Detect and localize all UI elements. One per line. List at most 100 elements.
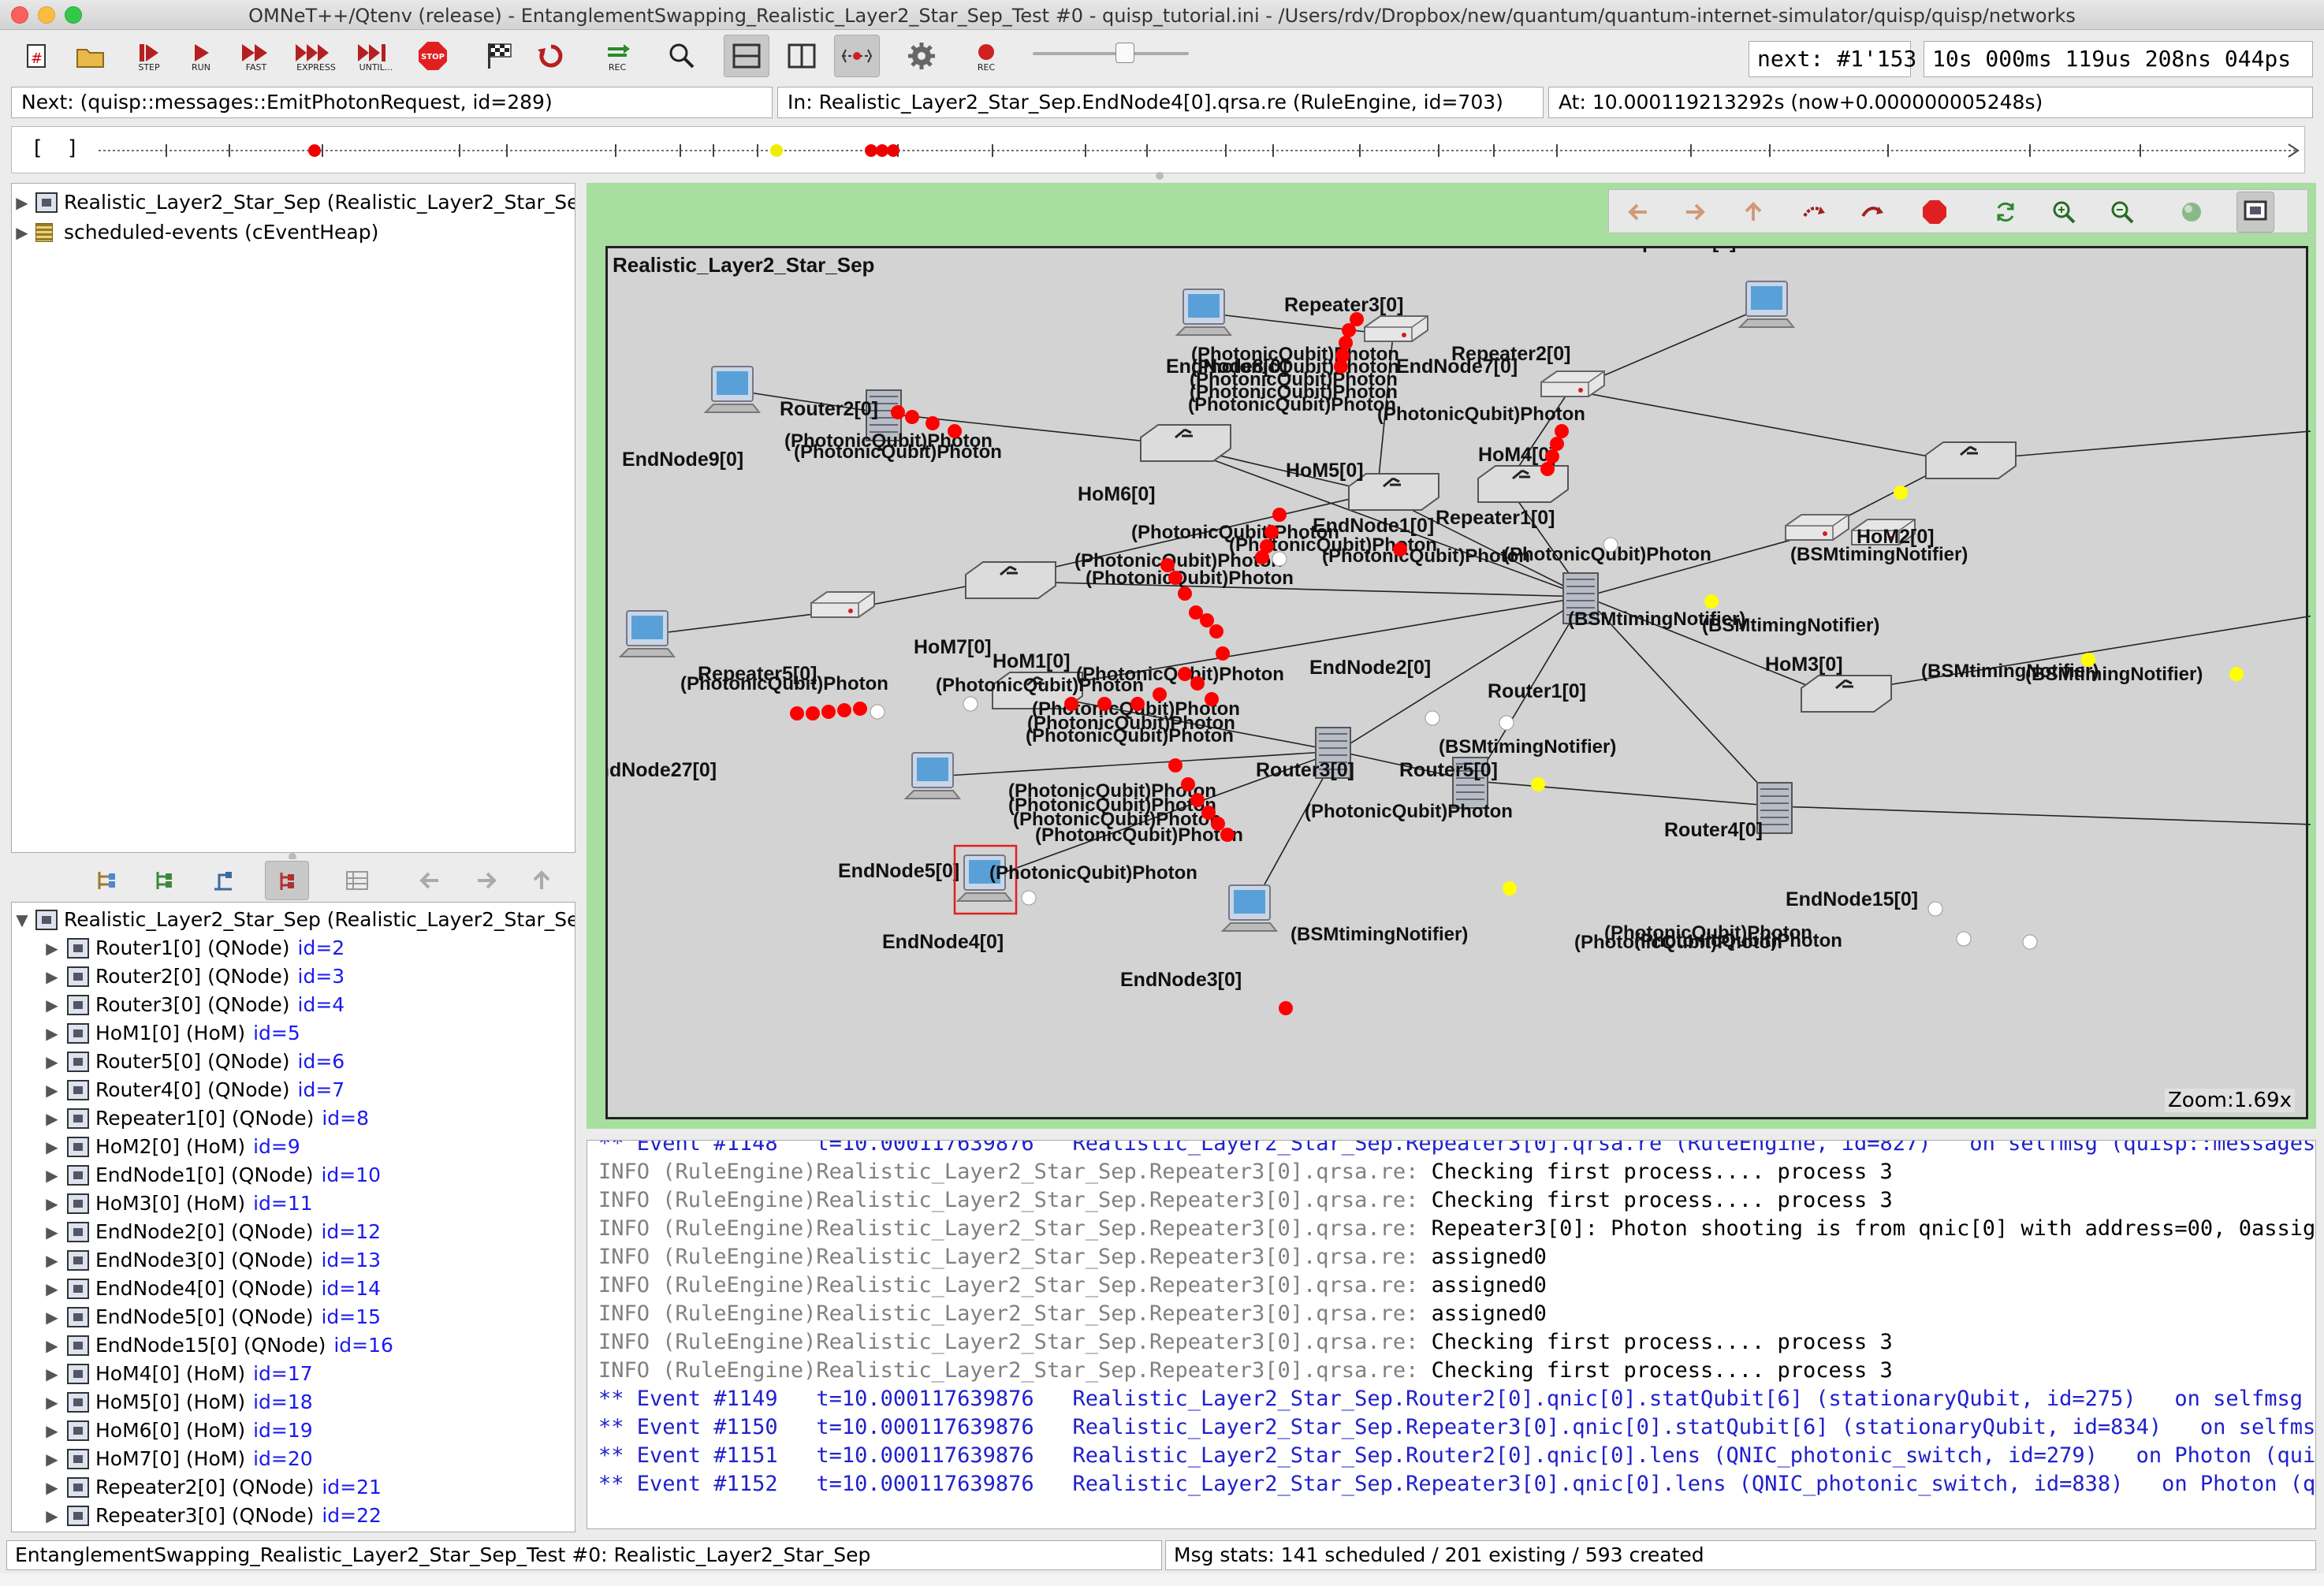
- message-dot[interactable]: [1200, 613, 1214, 627]
- zoom-in-icon[interactable]: [2050, 199, 2077, 229]
- event-timeline[interactable]: [ ]: [11, 126, 2305, 173]
- message-dot[interactable]: [926, 416, 940, 430]
- expand-arrow-icon[interactable]: ▶: [42, 1473, 62, 1502]
- event-log-panel[interactable]: ** Event #1148 t=10.000117639876 Realist…: [587, 1140, 2316, 1529]
- module-tree-item[interactable]: ▶ Router5[0] (QNode) id=6: [42, 1048, 345, 1076]
- expand-arrow-icon[interactable]: ▶: [42, 1019, 62, 1048]
- timeline-event-marker[interactable]: [770, 144, 783, 157]
- expand-arrow-icon[interactable]: ▶: [42, 1161, 62, 1190]
- find-button[interactable]: [659, 35, 705, 77]
- canvas-forward-arrow-icon[interactable]: [1682, 199, 1708, 229]
- module-tree-item[interactable]: ▶ EndNode5[0] (QNode) id=15: [42, 1303, 381, 1331]
- expand-arrow-icon[interactable]: ▶: [42, 1048, 62, 1076]
- message-dot[interactable]: [1201, 806, 1216, 820]
- module-tree-item[interactable]: ▶ EndNode4[0] (QNode) id=14: [42, 1275, 381, 1303]
- message-dot[interactable]: [1190, 676, 1205, 691]
- message-dot[interactable]: [1130, 697, 1145, 711]
- collapse-arrow-icon[interactable]: ▼: [12, 906, 32, 934]
- canvas-up-arrow-icon[interactable]: [1740, 199, 1767, 229]
- message-dot[interactable]: [1334, 359, 1348, 374]
- message-dot[interactable]: [905, 410, 919, 424]
- message-dot[interactable]: [1603, 537, 1618, 553]
- network-node[interactable]: HoM3[0]: [1765, 653, 1892, 713]
- message-dot[interactable]: [1181, 777, 1195, 791]
- module-tree-item[interactable]: ▶ EndNode1[0] (QNode) id=10: [42, 1161, 381, 1190]
- message-dot[interactable]: [1178, 586, 1192, 601]
- module-tree-item[interactable]: ▶ EndNode15[0] (QNode) id=16: [42, 1331, 393, 1360]
- module-tree-item[interactable]: ▶ EndNode2[0] (QNode) id=12: [42, 1218, 381, 1246]
- network-node[interactable]: HoM7[0]: [914, 561, 1056, 658]
- message-dot[interactable]: [1264, 525, 1279, 539]
- message-dot[interactable]: [1216, 646, 1230, 661]
- splitter-handle-top[interactable]: [1156, 172, 1164, 180]
- animation-speed-slider[interactable]: [1033, 43, 1189, 63]
- timeline-event-marker[interactable]: [308, 144, 321, 157]
- finish-simulation-button[interactable]: [476, 35, 522, 77]
- message-dot[interactable]: [1220, 828, 1235, 842]
- message-dot[interactable]: [1425, 710, 1440, 726]
- flat-mode-button[interactable]: [265, 861, 309, 900]
- module-tree-item[interactable]: ▶ HoM4[0] (HoM) id=17: [42, 1360, 312, 1388]
- message-dot[interactable]: [1279, 1001, 1293, 1015]
- message-dot[interactable]: [1339, 336, 1353, 350]
- step-out-icon[interactable]: [1860, 199, 1886, 229]
- fast-run-button[interactable]: FAST: [233, 35, 279, 77]
- network-node[interactable]: EndNode5[0]: [838, 752, 962, 882]
- message-dot[interactable]: [1272, 508, 1287, 522]
- layers-icon[interactable]: [2178, 199, 2205, 229]
- network-node[interactable]: Router4[0]: [1664, 782, 1793, 841]
- network-node[interactable]: Repeater5[0]: [698, 591, 875, 685]
- inheritance-mode-icon[interactable]: [210, 867, 236, 897]
- module-tree-item[interactable]: ▶ HoM7[0] (HoM) id=20: [42, 1445, 312, 1473]
- module-tree-item[interactable]: ▶ EndNode3[0] (QNode) id=13: [42, 1246, 381, 1275]
- expand-arrow-icon[interactable]: ▶: [42, 1133, 62, 1161]
- message-dot[interactable]: [1499, 715, 1514, 731]
- message-dot[interactable]: [1531, 777, 1545, 791]
- record-events-button[interactable]: REC: [594, 35, 640, 77]
- network-canvas[interactable]: EndNode8[0] EndNode7[0] EndNode9[0] EndNode…: [605, 246, 2311, 1119]
- expand-arrow-icon[interactable]: ▶: [42, 1275, 62, 1303]
- message-dot[interactable]: [821, 705, 836, 719]
- back-arrow-icon[interactable]: [416, 867, 443, 897]
- canvas-stop-icon[interactable]: [1921, 199, 1948, 229]
- message-dot[interactable]: [2229, 667, 2244, 681]
- network-node[interactable]: Repeater1[0]: [1436, 507, 1849, 541]
- run-until-button[interactable]: UNTIL...: [353, 35, 399, 77]
- expand-arrow-icon[interactable]: ▶: [42, 1076, 62, 1104]
- expand-arrow-icon[interactable]: ▶: [42, 962, 62, 991]
- message-dot[interactable]: [1168, 571, 1182, 585]
- slider-knob[interactable]: [1115, 43, 1134, 63]
- rebuild-network-button[interactable]: #: [14, 35, 60, 77]
- tree-mode-icon[interactable]: [93, 867, 120, 897]
- object-tree-row[interactable]: ▶ scheduled-events (cEventHeap): [12, 218, 378, 247]
- message-dot[interactable]: [1545, 449, 1559, 464]
- message-dot[interactable]: [963, 696, 978, 712]
- up-arrow-icon[interactable]: [528, 867, 555, 897]
- step-into-icon[interactable]: [1801, 199, 1828, 229]
- expand-arrow-icon[interactable]: ▶: [42, 1190, 62, 1218]
- express-run-button[interactable]: EXPRESS: [293, 35, 339, 77]
- message-dot[interactable]: [1205, 692, 1219, 706]
- network-node[interactable]: HoM2[0]: [1857, 441, 2017, 548]
- module-tree-item[interactable]: ▶ Repeater1[0] (QNode) id=8: [42, 1104, 369, 1133]
- grouped-mode-icon[interactable]: [344, 867, 371, 897]
- record-video-button[interactable]: REC: [963, 35, 1009, 77]
- network-node[interactable]: Router1[0]: [1488, 572, 1599, 702]
- module-output-icon[interactable]: [2236, 192, 2274, 233]
- expand-arrow-icon[interactable]: ▶: [42, 1388, 62, 1417]
- message-dot[interactable]: [1209, 624, 1223, 638]
- load-button[interactable]: [68, 35, 114, 77]
- module-tree-item[interactable]: ▶ Router4[0] (QNode) id=7: [42, 1076, 345, 1104]
- timeline-event-marker[interactable]: [865, 144, 877, 157]
- message-dot[interactable]: [1160, 558, 1175, 572]
- message-dot[interactable]: [1927, 901, 1943, 917]
- expand-arrow-icon[interactable]: ▶: [42, 1417, 62, 1445]
- message-dot[interactable]: [1555, 424, 1569, 438]
- layout-horizontal-button[interactable]: [724, 35, 769, 77]
- message-dot[interactable]: [1704, 594, 1719, 609]
- network-node[interactable]: EndNode27[0]: [608, 610, 717, 781]
- message-dot[interactable]: [1550, 437, 1564, 451]
- message-dot[interactable]: [1211, 817, 1225, 831]
- expand-arrow-icon[interactable]: ▶: [42, 991, 62, 1019]
- network-node[interactable]: HoM5[0]: [1286, 460, 1439, 511]
